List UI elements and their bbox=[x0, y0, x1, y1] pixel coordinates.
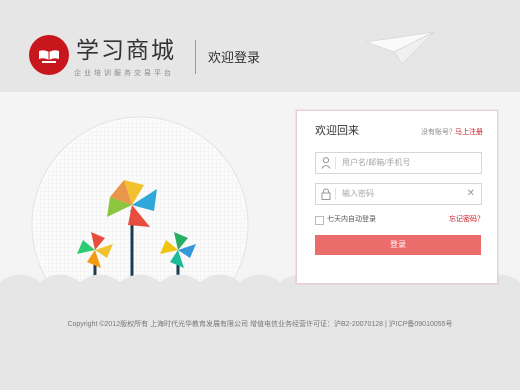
logo-title: 学习商城 bbox=[76, 37, 176, 63]
register-link[interactable]: 马上注册 bbox=[455, 128, 483, 137]
field-separator bbox=[335, 157, 336, 169]
header-divider bbox=[195, 40, 196, 74]
login-button[interactable]: 登录 bbox=[315, 235, 481, 255]
header-welcome-login: 欢迎登录 bbox=[208, 50, 261, 65]
login-title: 欢迎回来 bbox=[315, 125, 359, 137]
field-separator bbox=[335, 188, 336, 200]
password-field[interactable]: ✕ bbox=[315, 183, 482, 205]
clear-password-icon[interactable]: ✕ bbox=[467, 187, 475, 200]
lock-icon bbox=[321, 188, 331, 200]
user-icon bbox=[321, 157, 331, 169]
footer-copyright: Copyright ©2012版权所有 上海时代光华教育发展有限公司 增值电信业… bbox=[67, 321, 453, 328]
password-input[interactable] bbox=[342, 186, 467, 201]
header: 学习商城 企业培训服务交易平台 欢迎登录 bbox=[0, 0, 520, 92]
remember-label: 七天内自动登录 bbox=[327, 216, 376, 223]
username-input[interactable] bbox=[342, 155, 467, 170]
forgot-password-link[interactable]: 忘记密码？ bbox=[449, 215, 484, 224]
book-icon bbox=[39, 50, 59, 63]
username-field[interactable] bbox=[315, 152, 482, 174]
remember-checkbox[interactable] bbox=[315, 216, 324, 225]
paper-plane-icon bbox=[365, 31, 435, 65]
login-panel: 欢迎回来 没有账号？ 马上注册 ✕ 七天内自动登录 忘记密码？ 登录 bbox=[296, 110, 498, 284]
logo-subtitle: 企业培训服务交易平台 bbox=[74, 70, 174, 77]
no-account-text: 没有账号？ bbox=[421, 129, 456, 136]
